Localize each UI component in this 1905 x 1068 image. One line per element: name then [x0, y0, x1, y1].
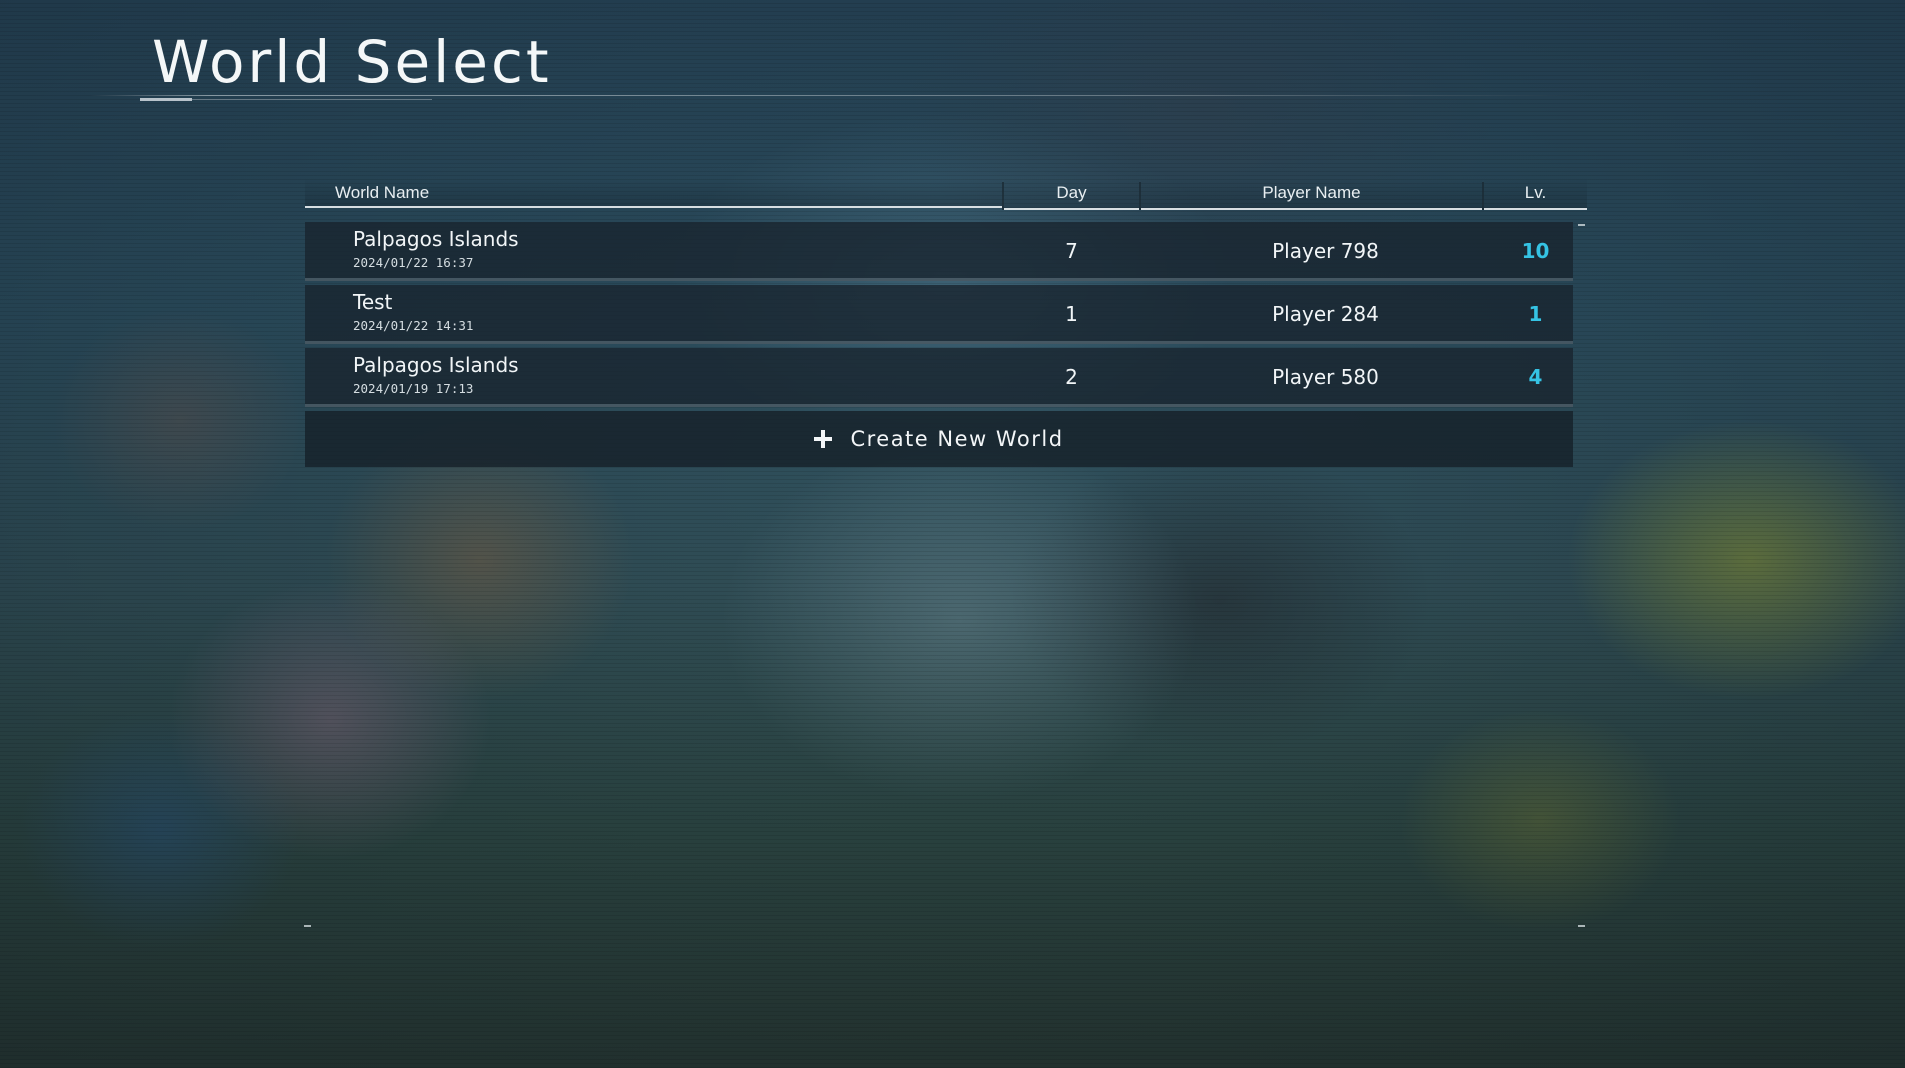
column-header-player-name: Player Name: [1141, 178, 1482, 210]
world-row[interactable]: Palpagos Islands 2024/01/22 16:37 7 Play…: [305, 222, 1573, 281]
world-name: Palpagos Islands: [353, 353, 519, 377]
create-new-world-button[interactable]: Create New World: [305, 411, 1573, 467]
world-date: 2024/01/22 16:37: [353, 255, 474, 270]
vignette-overlay: [0, 0, 1905, 1068]
world-player-name: Player 580: [1272, 365, 1379, 389]
world-day: 7: [1065, 239, 1078, 263]
column-header-world-name: World Name: [305, 178, 1002, 208]
world-row[interactable]: Test 2024/01/22 14:31 1 Player 284 1: [305, 285, 1573, 344]
plus-icon: [814, 430, 833, 448]
page-title: World Select: [152, 28, 552, 96]
world-date: 2024/01/19 17:13: [353, 381, 474, 396]
scroll-corner-marker: [304, 925, 311, 927]
world-level: 10: [1521, 239, 1550, 263]
column-header-level: Lv.: [1484, 178, 1587, 210]
world-level: 1: [1528, 302, 1543, 326]
world-rows: Palpagos Islands 2024/01/22 16:37 7 Play…: [305, 222, 1587, 467]
world-date: 2024/01/22 14:31: [353, 318, 474, 333]
title-accent: [132, 98, 432, 101]
world-day: 1: [1065, 302, 1078, 326]
world-level: 4: [1528, 365, 1543, 389]
create-new-world-label: Create New World: [850, 427, 1064, 451]
world-list-table: World Name Day Player Name Lv. Palpagos …: [305, 178, 1587, 467]
scroll-corner-marker: [1578, 224, 1585, 226]
world-row[interactable]: Palpagos Islands 2024/01/19 17:13 2 Play…: [305, 348, 1573, 407]
title-accent-line: [192, 99, 432, 100]
world-player-name: Player 284: [1272, 302, 1379, 326]
title-divider: [90, 95, 1590, 96]
table-header: World Name Day Player Name Lv.: [305, 178, 1587, 210]
scroll-corner-marker: [1578, 925, 1585, 927]
world-player-name: Player 798: [1272, 239, 1379, 263]
world-name: Test: [353, 290, 393, 314]
world-day: 2: [1065, 365, 1078, 389]
title-accent-bar: [140, 98, 192, 101]
world-name: Palpagos Islands: [353, 227, 519, 251]
column-header-day: Day: [1004, 178, 1139, 210]
